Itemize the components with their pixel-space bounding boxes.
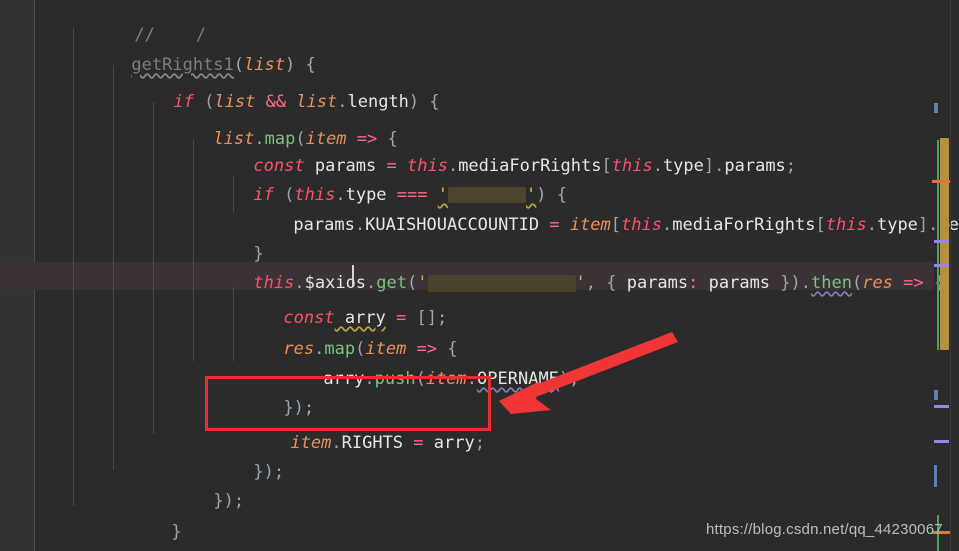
code-line-getrights1[interactable]: getRights1(list) { (0, 10, 315, 75)
code-line-axios-get[interactable]: this.$axios.get('xxxxxxxxxxxxxxxxx', { p… (0, 228, 944, 293)
info-marker[interactable] (934, 465, 937, 487)
search-result-marker[interactable] (934, 405, 949, 408)
annotation-highlight-box (205, 376, 491, 431)
editor-scrollbar-thumb[interactable] (940, 138, 949, 350)
code-area[interactable]: // / getRights1(list) { if (list && list… (0, 0, 959, 551)
code-line-if-list[interactable]: if (list && list.length) { (0, 47, 439, 112)
editor-right-divider (950, 0, 951, 551)
watermark-url: https://blog.csdn.net/qq_44230067 (706, 521, 943, 538)
code-editor-screenshot: // / getRights1(list) { if (list && list… (0, 0, 959, 551)
vcs-modified-marker (937, 140, 939, 350)
code-line-clipped-bottom[interactable]: { ... (0, 539, 183, 551)
error-marker[interactable] (932, 180, 950, 183)
search-result-marker[interactable] (934, 103, 938, 113)
search-result-marker[interactable] (934, 440, 949, 443)
search-result-marker[interactable] (934, 264, 949, 267)
text-caret (352, 265, 354, 286)
info-marker[interactable] (934, 390, 938, 400)
search-result-marker[interactable] (934, 240, 949, 243)
